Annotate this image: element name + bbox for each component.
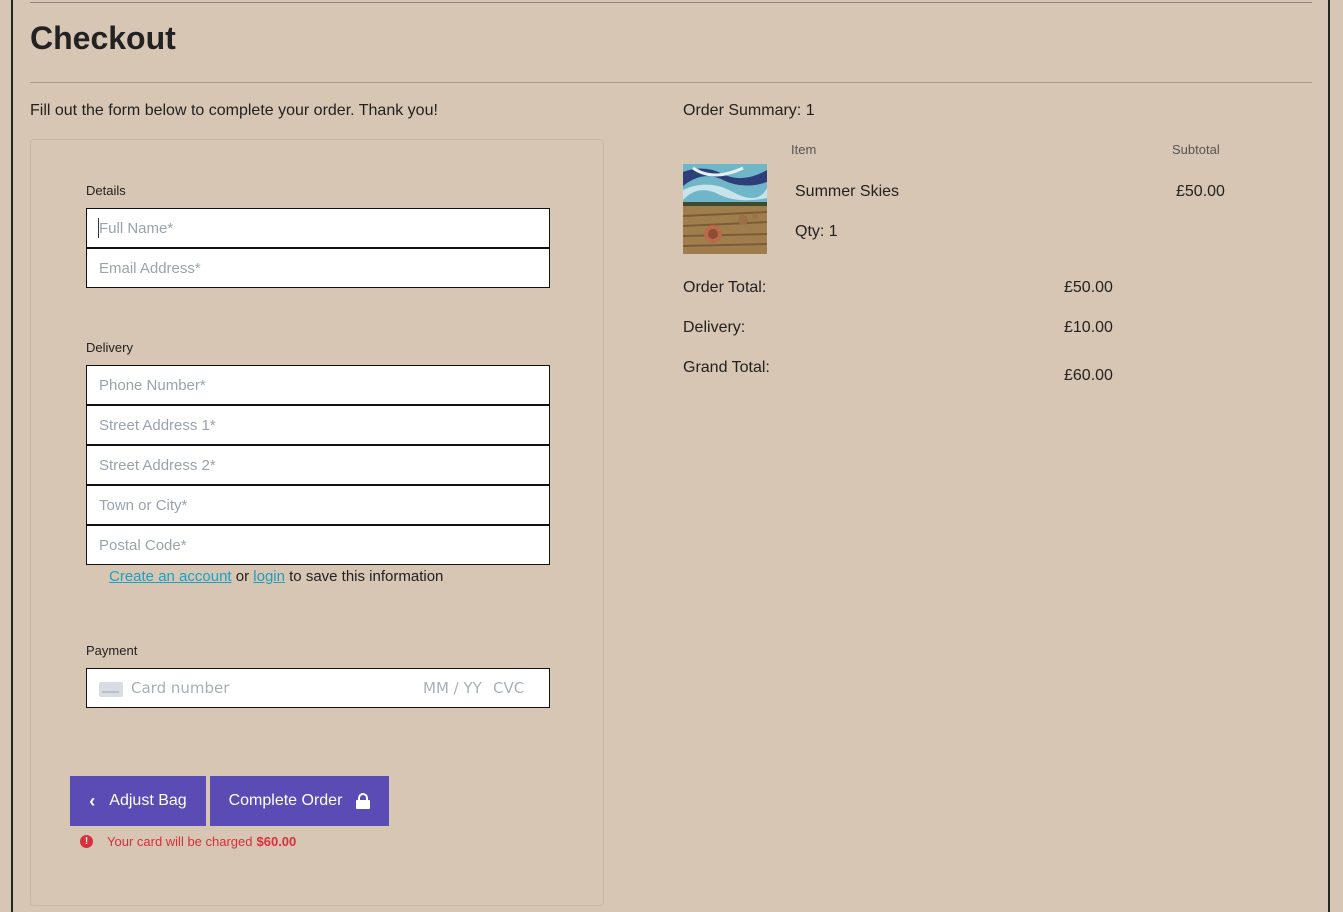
title-divider — [30, 82, 1312, 83]
complete-order-label: Complete Order — [228, 792, 343, 809]
lock-icon — [356, 793, 371, 809]
text-caret — [98, 218, 99, 238]
card-expiry-placeholder[interactable]: MM / YY — [423, 679, 482, 697]
adjust-bag-label: Adjust Bag — [109, 792, 187, 809]
card-element-input[interactable]: Card number MM / YY CVC — [86, 668, 550, 708]
delivery-label: Delivery: — [683, 319, 746, 336]
intro-text: Fill out the form below to complete your… — [30, 102, 438, 119]
grand-total-label: Grand Total: — [683, 359, 770, 376]
save-info-or: or — [235, 568, 250, 585]
chevron-left-icon: ‹ — [89, 790, 96, 811]
full-name-input[interactable]: Full Name* — [86, 208, 550, 248]
credit-card-icon — [99, 682, 123, 697]
card-cvc-placeholder[interactable]: CVC — [493, 679, 524, 697]
charge-amount: $60.00 — [256, 834, 297, 849]
payment-legend: Payment — [86, 643, 138, 658]
street-address-1-placeholder: Street Address 1* — [99, 416, 216, 434]
column-header-subtotal: Subtotal — [1172, 142, 1220, 157]
product-quantity: Qty: 1 — [795, 223, 838, 240]
product-name: Summer Skies — [795, 183, 900, 200]
postal-code-placeholder: Postal Code* — [99, 536, 187, 554]
adjust-bag-button[interactable]: ‹ Adjust Bag — [70, 776, 206, 826]
charge-warning-text: Your card will be charged — [107, 834, 253, 849]
delivery-legend: Delivery — [86, 340, 133, 355]
charge-warning: ! Your card will be charged $60.00 — [80, 834, 296, 849]
save-info-text: Create an account or login to save this … — [109, 568, 443, 585]
phone-input[interactable]: Phone Number* — [86, 365, 550, 405]
details-legend: Details — [86, 183, 126, 198]
column-header-item: Item — [791, 142, 817, 157]
order-summary-title: Order Summary: 1 — [683, 102, 815, 119]
create-account-link[interactable]: Create an account — [109, 568, 232, 585]
street-address-2-placeholder: Street Address 2* — [99, 456, 216, 474]
phone-placeholder: Phone Number* — [99, 376, 206, 394]
town-city-placeholder: Town or City* — [99, 496, 188, 514]
page-border-right — [1328, 0, 1330, 912]
delivery-value: £10.00 — [1064, 319, 1113, 336]
street-address-1-input[interactable]: Street Address 1* — [86, 405, 550, 445]
save-info-suffix: to save this information — [289, 568, 444, 585]
product-subtotal: £50.00 — [1176, 183, 1225, 200]
order-total-value: £50.00 — [1064, 279, 1113, 296]
postal-code-input[interactable]: Postal Code* — [86, 525, 550, 565]
complete-order-button[interactable]: Complete Order — [210, 776, 389, 826]
full-name-placeholder: Full Name* — [99, 219, 174, 237]
street-address-2-input[interactable]: Street Address 2* — [86, 445, 550, 485]
alert-circle-icon: ! — [80, 835, 93, 848]
card-number-placeholder[interactable]: Card number — [131, 679, 229, 697]
order-total-label: Order Total: — [683, 279, 767, 296]
town-city-input[interactable]: Town or City* — [86, 485, 550, 525]
grand-total-value: £60.00 — [1064, 367, 1113, 384]
top-divider — [30, 2, 1312, 3]
page-title: Checkout — [30, 20, 176, 56]
page-border-left — [11, 0, 13, 912]
email-input[interactable]: Email Address* — [86, 248, 550, 288]
product-thumbnail — [683, 164, 767, 254]
login-link[interactable]: login — [253, 568, 285, 585]
email-placeholder: Email Address* — [99, 259, 201, 277]
